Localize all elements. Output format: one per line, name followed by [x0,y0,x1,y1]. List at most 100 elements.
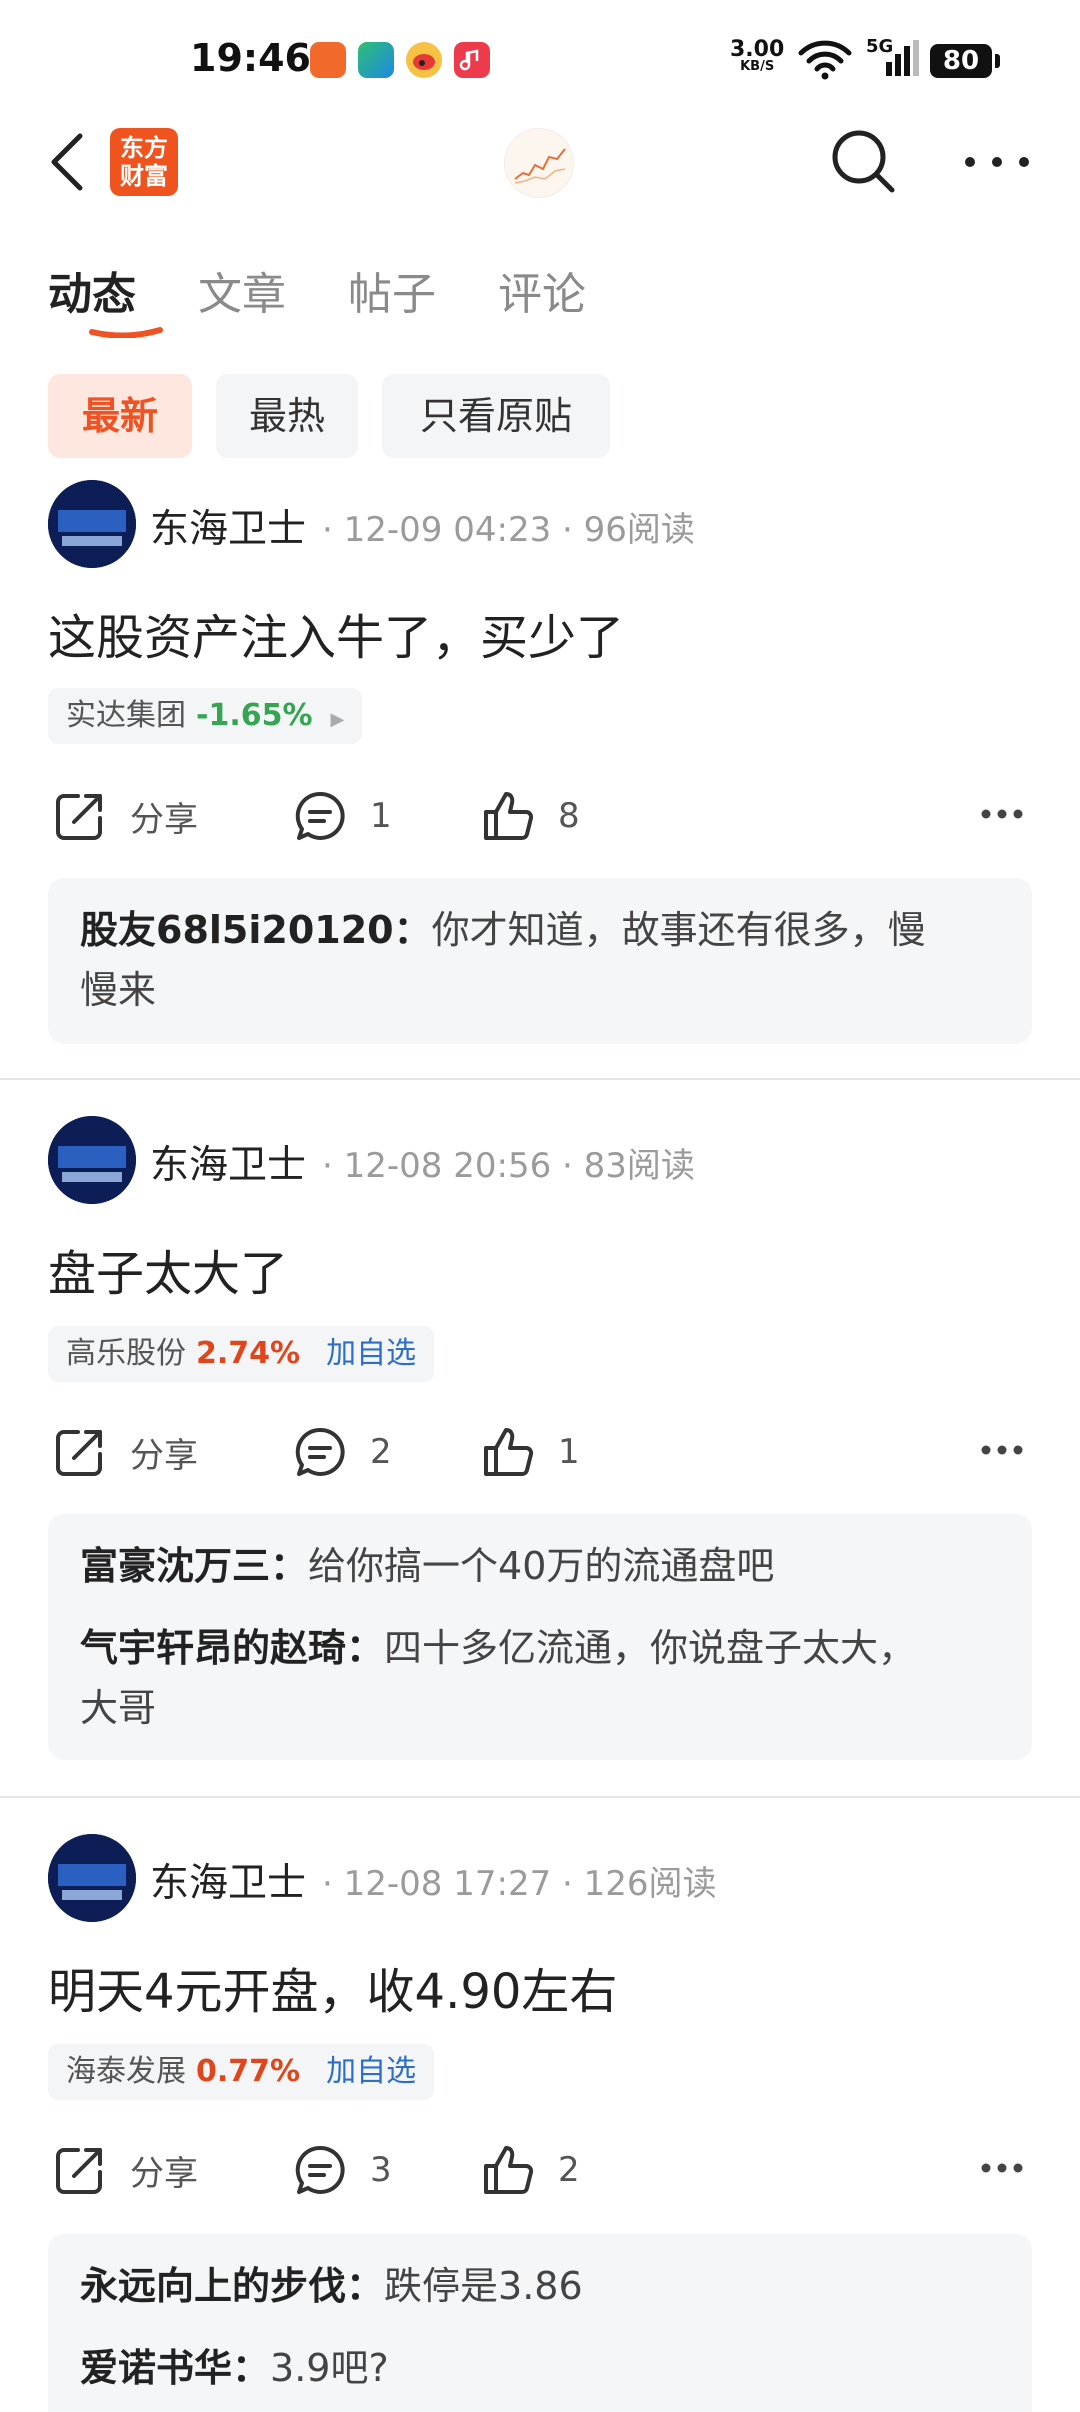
post-more-icon[interactable] [980,808,1024,820]
active-tab-indicator [89,327,163,338]
post-content[interactable]: 盘子太大了 [48,1234,288,1304]
comment-icon [295,2145,345,2194]
comment-count: 3 [370,2150,392,2190]
comment-button[interactable]: 3 [292,2134,392,2206]
author-avatar[interactable] [48,1834,136,1922]
comment-button[interactable]: 1 [292,780,392,852]
post-more-icon[interactable] [980,2162,1024,2174]
battery-indicator: 80 [930,44,1000,78]
status-bar: 19:46 3.00 KB/S 5G 80 [0,0,1080,120]
commenter-name[interactable]: 富豪沈万三： [80,1544,308,1588]
post-meta: · 12-08 20:56 · 83阅读 [322,1146,695,1186]
comment-item: 爱诺书华：3.9吧? [80,2338,1000,2398]
music-app-icon [454,42,490,78]
like-button[interactable]: 1 [480,1416,580,1488]
logo-text-bottom: 财富 [120,162,168,190]
comment-text: 给你搞一个40万的流通盘吧 [308,1544,775,1588]
share-button[interactable]: 分享 [52,2134,198,2206]
post-actions: 分享 3 2 [0,2134,1080,2206]
filter-hot[interactable]: 最热 [216,374,358,458]
stock-name: 海泰发展 [66,2054,186,2089]
back-arrow-icon[interactable] [44,128,94,198]
stock-tag[interactable]: 海泰发展 0.77% 加自选 [48,2044,435,2100]
weibo-icon [406,42,442,78]
stock-tag[interactable]: 高乐股份 2.74% 加自选 [48,1326,435,1382]
share-icon [56,1430,102,1476]
like-button[interactable]: 2 [480,2134,580,2206]
share-icon [56,794,102,840]
comment-text: 跌停是3.86 [384,2264,583,2308]
post-actions: 分享 2 1 [0,1416,1080,1488]
commenter-name[interactable]: 永远向上的步伐： [80,2264,384,2308]
thumbs-up-icon [484,1428,534,1476]
share-button[interactable]: 分享 [52,780,198,852]
status-time: 19:46 [190,36,311,80]
comment-text: 3.9吧? [270,2346,389,2390]
tab-comments[interactable]: 评论 [498,258,586,322]
share-button[interactable]: 分享 [52,1416,198,1488]
profile-avatar[interactable] [504,128,574,198]
tab-posts[interactable]: 帖子 [348,258,436,322]
network-speed-unit: KB/S [740,59,775,74]
share-label: 分享 [130,799,198,840]
post-divider [0,1078,1080,1080]
comment-count: 2 [370,1432,392,1472]
stock-change: -1.65% [196,698,313,733]
post-card[interactable]: 东海卫士 · 12-09 04:23 · 96阅读 这股资产注入牛了，买少了 实… [0,480,1080,1080]
post-content[interactable]: 这股资产注入牛了，买少了 [48,598,624,668]
comment-text-continued: 大哥 [80,1686,157,1730]
like-count: 2 [558,2150,580,2190]
logo-text-top: 东方 [120,134,168,162]
tab-activity[interactable]: 动态 [48,258,136,322]
notification-app-icon [310,42,346,78]
stock-change: 0.77% [196,2054,301,2089]
share-label: 分享 [130,1435,198,1476]
play-arrow-icon: ▶ [330,709,345,730]
add-watchlist-button[interactable]: 加自选 [326,1336,416,1371]
commenter-name[interactable]: 股友68l5i20120： [80,908,432,952]
stock-change: 2.74% [196,1336,301,1371]
video-app-icon [358,42,394,78]
filter-latest[interactable]: 最新 [48,374,192,458]
post-actions: 分享 1 8 [0,780,1080,852]
comment-button[interactable]: 2 [292,1416,392,1488]
post-divider [0,1796,1080,1798]
wifi-icon [798,40,852,80]
author-name[interactable]: 东海卫士 [150,498,306,554]
comment-text: 四十多亿流通，你说盘子太大， [384,1626,917,1670]
like-button[interactable]: 8 [480,780,580,852]
comment-icon [295,791,345,840]
more-options-icon[interactable] [962,150,1032,174]
comment-preview[interactable]: 股友68l5i20120：你才知道，故事还有很多，慢 慢来 [48,878,1032,1044]
post-card[interactable]: 东海卫士 · 12-08 20:56 · 83阅读 盘子太大了 高乐股份 2.74… [0,1116,1080,1796]
author-name[interactable]: 东海卫士 [150,1134,306,1190]
add-watchlist-button[interactable]: 加自选 [326,2054,416,2089]
thumbs-up-icon [484,792,534,840]
post-meta: · 12-09 04:23 · 96阅读 [322,510,695,550]
stock-name: 高乐股份 [66,1336,186,1371]
comment-item: 永远向上的步伐：跌停是3.86 [80,2256,1000,2316]
post-card[interactable]: 东海卫士 · 12-08 17:27 · 126阅读 明天4元开盘，收4.90左… [0,1834,1080,2412]
stock-name: 实达集团 [66,698,186,733]
eastmoney-logo[interactable]: 东方 财富 [110,128,178,196]
search-icon[interactable] [828,126,898,196]
filter-original-only[interactable]: 只看原贴 [382,374,610,458]
comment-icon [295,1427,345,1476]
comment-item: 气宇轩昂的赵琦：四十多亿流通，你说盘子太大， [80,1618,1000,1678]
commenter-name[interactable]: 气宇轩昂的赵琦： [80,1626,384,1670]
share-icon [56,2148,102,2194]
cell-signal-icon: 5G [866,36,920,80]
comment-preview[interactable]: 永远向上的步伐：跌停是3.86 爱诺书华：3.9吧? [48,2234,1032,2412]
author-name[interactable]: 东海卫士 [150,1852,306,1908]
post-more-icon[interactable] [980,1444,1024,1456]
comment-item: 股友68l5i20120：你才知道，故事还有很多，慢 [80,900,1000,960]
comment-preview[interactable]: 富豪沈万三：给你搞一个40万的流通盘吧 气宇轩昂的赵琦：四十多亿流通，你说盘子太… [48,1514,1032,1760]
author-avatar[interactable] [48,480,136,568]
author-avatar[interactable] [48,1116,136,1204]
commenter-name[interactable]: 爱诺书华： [80,2346,270,2390]
post-meta: · 12-08 17:27 · 126阅读 [322,1864,717,1904]
post-content[interactable]: 明天4元开盘，收4.90左右 [48,1952,617,2022]
tab-articles[interactable]: 文章 [198,258,286,322]
like-count: 1 [558,1432,580,1472]
stock-tag[interactable]: 实达集团 -1.65% ▶ [48,688,363,744]
